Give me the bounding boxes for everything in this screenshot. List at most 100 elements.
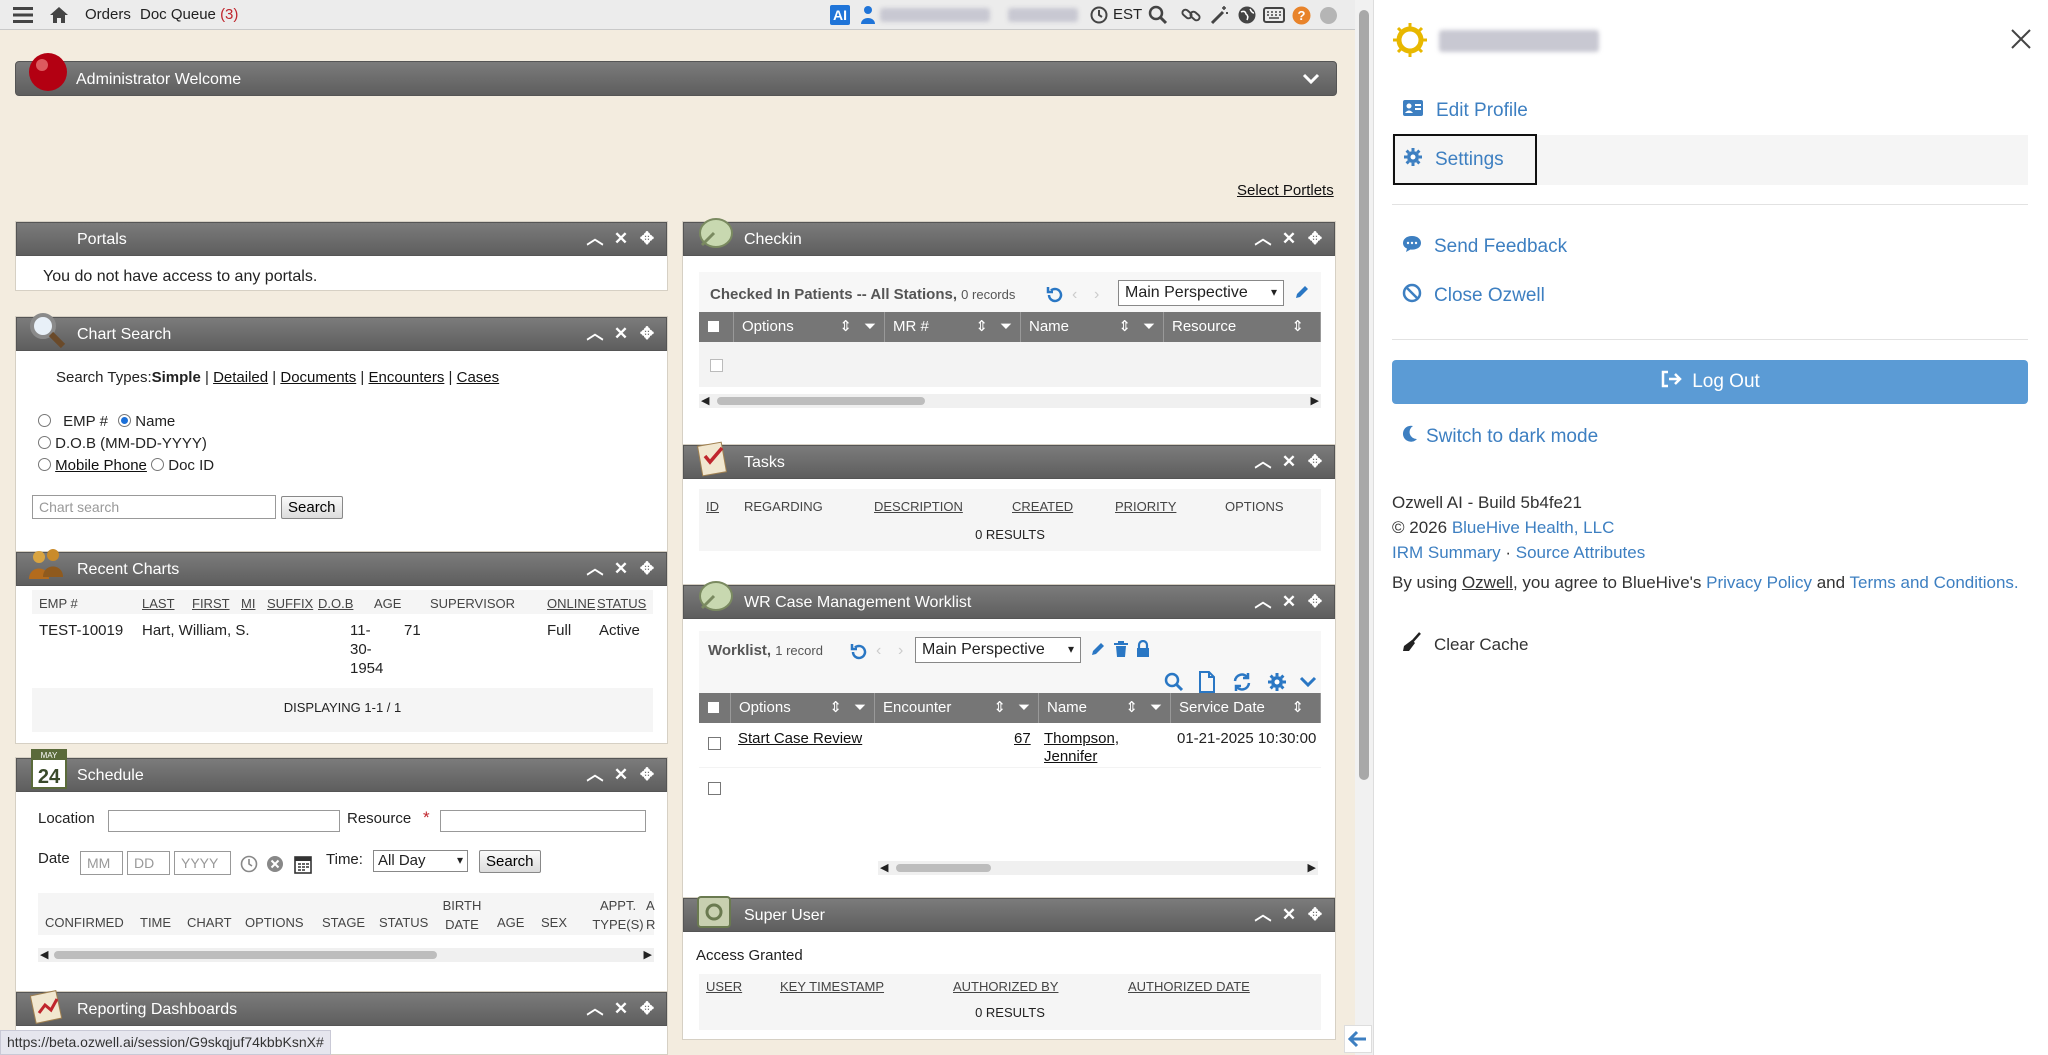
collapse-icon[interactable]: ︿: [1254, 905, 1272, 925]
search-type-documents[interactable]: Documents: [280, 369, 356, 386]
col-name[interactable]: Name ⇕ ⏷: [1039, 693, 1171, 723]
select-all-checkbox[interactable]: [707, 320, 720, 333]
chevron-down-icon[interactable]: [1299, 675, 1317, 693]
page-vscroll[interactable]: [1355, 0, 1373, 1055]
collapse-icon[interactable]: ︿: [586, 324, 604, 344]
scroll-right-arrow-icon[interactable]: ▶: [1308, 861, 1316, 874]
col-online[interactable]: ONLINE: [547, 596, 595, 611]
worklist-hscroll[interactable]: ◀ ▶: [878, 861, 1318, 875]
emp-radio[interactable]: [38, 414, 51, 427]
close-icon[interactable]: ✕: [612, 999, 630, 1019]
patient-name-link-2[interactable]: Jennifer: [1044, 748, 1097, 765]
lock-icon[interactable]: [1135, 639, 1151, 662]
start-case-review-link[interactable]: Start Case Review: [738, 730, 862, 747]
search-icon[interactable]: [1148, 5, 1168, 25]
checkin-hscroll[interactable]: ◀ ▶: [699, 394, 1321, 408]
sort-icon[interactable]: ⇕: [1291, 312, 1304, 342]
col-dob[interactable]: D.O.B: [318, 596, 353, 611]
sort-icon[interactable]: ⇕: [993, 693, 1006, 723]
scroll-right-arrow-icon[interactable]: ▶: [1311, 394, 1319, 407]
search-type-detailed[interactable]: Detailed: [213, 369, 268, 386]
table-row[interactable]: Start Case Review 67 Thompson, Jennifer …: [699, 723, 1321, 767]
collapse-icon[interactable]: ︿: [586, 999, 604, 1019]
move-icon[interactable]: ✥: [1306, 229, 1324, 249]
select-portlets-link[interactable]: Select Portlets: [1237, 182, 1334, 199]
col-id[interactable]: ID: [706, 499, 719, 514]
back-arrow-icon[interactable]: [1344, 1025, 1372, 1053]
ozwell-link[interactable]: Ozwell: [1462, 573, 1513, 592]
table-row[interactable]: TEST-10019 Hart, William, S. 11- 30- 195…: [32, 614, 653, 688]
row-checkbox[interactable]: [710, 359, 723, 372]
keyboard-icon[interactable]: [1263, 7, 1285, 23]
name-radio[interactable]: [118, 414, 132, 427]
edit-profile-item[interactable]: Edit Profile: [1402, 99, 1528, 123]
resource-input[interactable]: [440, 810, 646, 832]
col-description[interactable]: DESCRIPTION: [874, 499, 963, 514]
filter-icon[interactable]: ⏷: [1018, 693, 1030, 723]
encounter-link[interactable]: 67: [1014, 730, 1031, 747]
move-icon[interactable]: ✥: [1306, 452, 1324, 472]
send-feedback-item[interactable]: Send Feedback: [1402, 235, 1567, 259]
dob-radio[interactable]: [38, 436, 51, 449]
clear-date-icon[interactable]: [266, 855, 284, 877]
col-key-timestamp[interactable]: KEY TIMESTAMP: [780, 979, 884, 994]
year-input[interactable]: YYYY: [174, 851, 231, 875]
refresh-icon[interactable]: [850, 643, 868, 665]
row-checkbox[interactable]: [708, 782, 721, 795]
trash-icon[interactable]: [1113, 640, 1129, 662]
col-encounter[interactable]: Encounter ⇕ ⏷: [875, 693, 1039, 723]
move-icon[interactable]: ✥: [638, 229, 656, 249]
schedule-hscroll[interactable]: ◀ ▶: [38, 948, 654, 962]
scroll-left-arrow-icon[interactable]: ◀: [40, 948, 48, 961]
perspective-select[interactable]: Main Perspective ▾: [915, 637, 1081, 663]
col-created[interactable]: CREATED: [1012, 499, 1073, 514]
scroll-thumb[interactable]: [896, 864, 991, 872]
row-checkbox[interactable]: [708, 737, 721, 750]
move-icon[interactable]: ✥: [638, 559, 656, 579]
irm-summary-link[interactable]: IRM Summary: [1392, 543, 1501, 562]
close-icon[interactable]: ✕: [612, 559, 630, 579]
month-input[interactable]: MM: [80, 851, 123, 875]
col-mr[interactable]: MR # ⇕ ⏷: [885, 312, 1021, 342]
move-icon[interactable]: ✥: [1306, 905, 1324, 925]
collapse-icon[interactable]: ︿: [1254, 452, 1272, 472]
perspective-select[interactable]: Main Perspective ▾: [1118, 280, 1284, 306]
move-icon[interactable]: ✥: [1306, 592, 1324, 612]
scroll-thumb[interactable]: [54, 951, 437, 959]
sort-icon[interactable]: ⇕: [1125, 693, 1138, 723]
welcome-portlet-header[interactable]: Administrator Welcome: [15, 61, 1337, 96]
col-name[interactable]: Name ⇕ ⏷: [1021, 312, 1164, 342]
chevron-down-icon[interactable]: [1302, 72, 1320, 91]
source-attributes-link[interactable]: Source Attributes: [1516, 543, 1645, 562]
chart-search-button[interactable]: Search: [281, 496, 343, 519]
doc-queue-link[interactable]: Doc Queue (3): [140, 6, 238, 23]
sort-icon[interactable]: ⇕: [829, 693, 842, 723]
company-link[interactable]: BlueHive Health, LLC: [1452, 518, 1615, 537]
clock-icon[interactable]: [1090, 6, 1108, 24]
col-user[interactable]: USER: [706, 979, 742, 994]
col-last[interactable]: LAST: [142, 596, 175, 611]
col-first[interactable]: FIRST: [192, 596, 230, 611]
sort-icon[interactable]: ⇕: [839, 312, 852, 342]
log-out-button[interactable]: Log Out: [1392, 360, 2028, 404]
dark-mode-item[interactable]: Switch to dark mode: [1402, 425, 1598, 449]
close-ozwell-item[interactable]: Close Ozwell: [1402, 283, 1545, 309]
link-icon[interactable]: [1180, 5, 1202, 25]
docid-radio[interactable]: [151, 458, 165, 471]
filter-icon[interactable]: ⏷: [1143, 312, 1155, 342]
next-icon[interactable]: ›: [898, 642, 903, 660]
col-service-date[interactable]: Service Date ⇕: [1171, 693, 1321, 723]
select-all-checkbox[interactable]: [707, 701, 720, 714]
col-authorized-by[interactable]: AUTHORIZED BY: [953, 979, 1058, 994]
filter-icon[interactable]: ⏷: [1150, 693, 1162, 723]
page-scroll-thumb[interactable]: [1359, 10, 1369, 780]
close-icon[interactable]: ✕: [1280, 905, 1298, 925]
col-status[interactable]: STATUS: [597, 596, 646, 611]
help-icon[interactable]: ?: [1292, 6, 1311, 25]
scroll-right-arrow-icon[interactable]: ▶: [644, 948, 652, 961]
close-icon[interactable]: ✕: [1280, 452, 1298, 472]
scroll-left-arrow-icon[interactable]: ◀: [701, 394, 709, 407]
close-icon[interactable]: ✕: [612, 324, 630, 344]
settings-item[interactable]: Settings: [1393, 134, 1537, 185]
mobile-label[interactable]: Mobile Phone: [55, 457, 147, 474]
